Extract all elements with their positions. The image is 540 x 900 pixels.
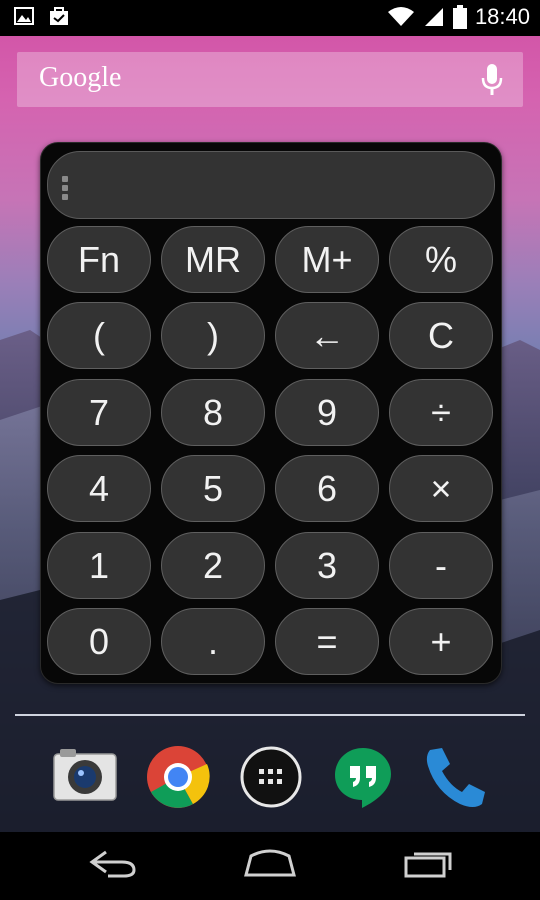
camera-app-icon[interactable] <box>52 744 118 810</box>
clear-key[interactable]: C <box>389 302 493 369</box>
digit-5-key[interactable]: 5 <box>161 455 265 522</box>
back-button[interactable] <box>88 848 138 878</box>
digit-6-key[interactable]: 6 <box>275 455 379 522</box>
memory-recall-key[interactable]: MR <box>161 226 265 293</box>
signal-icon <box>424 8 443 26</box>
chrome-app-icon[interactable] <box>145 744 211 810</box>
digit-8-key[interactable]: 8 <box>161 379 265 446</box>
multiply-key[interactable]: × <box>389 455 493 522</box>
digit-4-key[interactable]: 4 <box>47 455 151 522</box>
app-drawer-icon[interactable] <box>238 744 304 810</box>
percent-key[interactable]: % <box>389 226 493 293</box>
calculator-display[interactable] <box>47 151 495 219</box>
status-bar: 18:40 <box>0 0 540 36</box>
drag-handle-icon[interactable] <box>62 176 68 200</box>
digit-2-key[interactable]: 2 <box>161 532 265 599</box>
digit-9-key[interactable]: 9 <box>275 379 379 446</box>
plus-key[interactable]: + <box>389 608 493 675</box>
digit-0-key[interactable]: 0 <box>47 608 151 675</box>
google-search-label: Google <box>39 62 122 93</box>
backspace-key[interactable]: ← <box>275 302 379 369</box>
digit-1-key[interactable]: 1 <box>47 532 151 599</box>
status-clock: 18:40 <box>474 4 530 29</box>
memory-add-key[interactable]: M+ <box>275 226 379 293</box>
navigation-bar <box>0 832 540 900</box>
digit-3-key[interactable]: 3 <box>275 532 379 599</box>
equals-key[interactable]: = <box>275 608 379 675</box>
phone-app-icon[interactable] <box>422 744 488 810</box>
gallery-notification-icon <box>14 7 34 25</box>
dock-divider <box>15 714 525 716</box>
microphone-icon[interactable] <box>481 64 503 96</box>
digit-7-key[interactable]: 7 <box>47 379 151 446</box>
recents-button[interactable] <box>404 848 454 878</box>
hangouts-app-icon[interactable] <box>330 744 396 810</box>
google-search-bar[interactable]: Google <box>17 52 523 107</box>
close-paren-key[interactable]: ) <box>161 302 265 369</box>
home-button[interactable] <box>243 848 297 878</box>
wifi-icon <box>387 7 414 26</box>
briefcase-notification-icon <box>50 7 68 25</box>
open-paren-key[interactable]: ( <box>47 302 151 369</box>
minus-key[interactable]: - <box>389 532 493 599</box>
divide-key[interactable]: ÷ <box>389 379 493 446</box>
fn-key[interactable]: Fn <box>47 226 151 293</box>
decimal-point-key[interactable]: . <box>161 608 265 675</box>
calculator-widget: Fn MR M+ % ( ) ← C 7 8 9 ÷ 4 5 6 × 1 2 3… <box>40 142 502 684</box>
battery-icon <box>452 5 467 29</box>
